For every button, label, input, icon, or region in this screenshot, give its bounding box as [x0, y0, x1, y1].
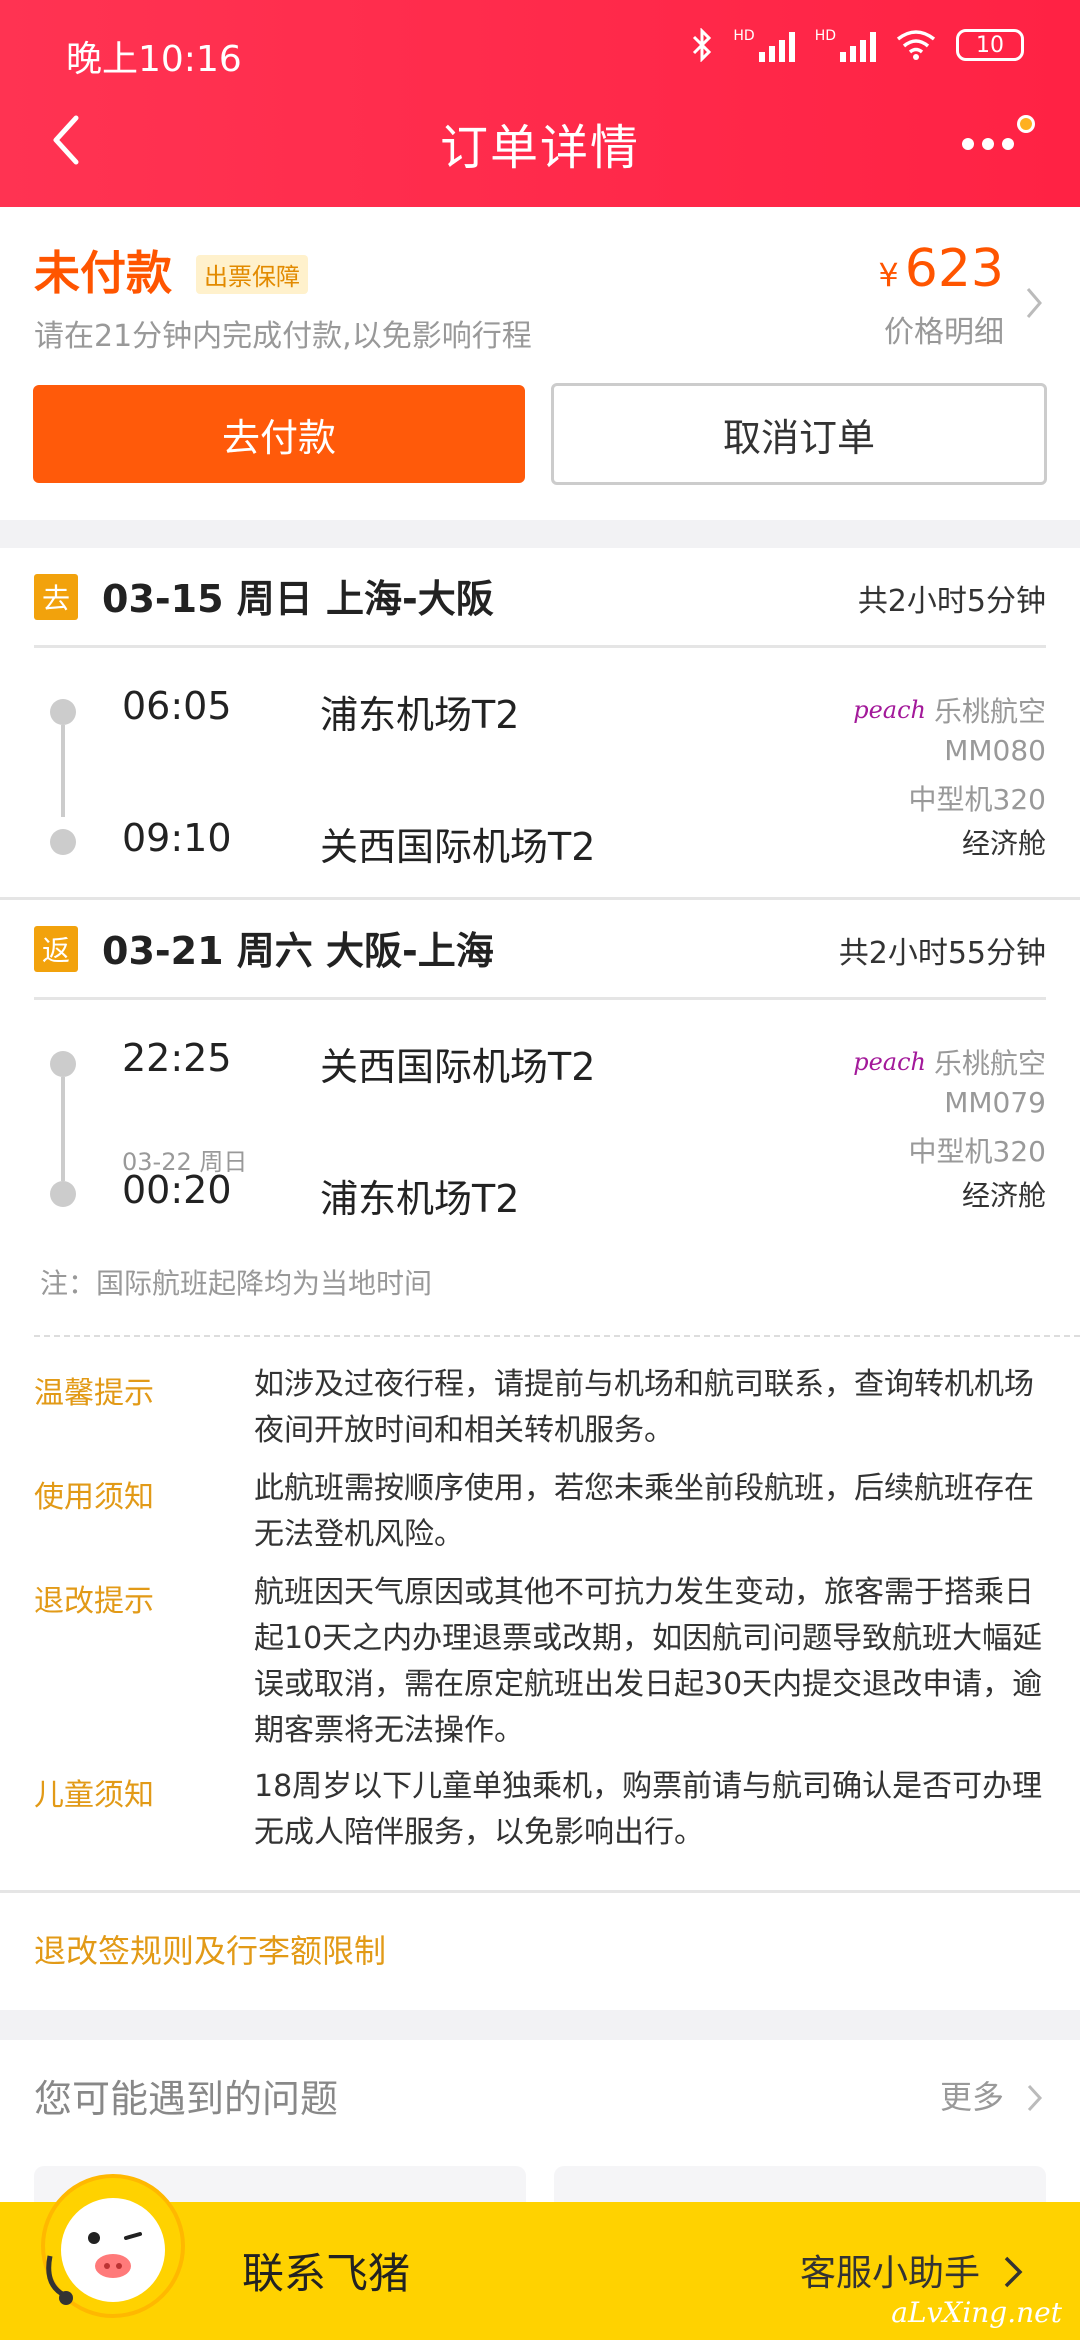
status-icons: HD HD 10: [691, 28, 1024, 62]
airline-logo: peach: [853, 696, 926, 724]
tip-label-refund: 退改提示: [34, 1584, 154, 1619]
chevron-right-icon[interactable]: [1024, 283, 1044, 323]
tip-text-warm: 如涉及过夜行程，请提前与机场和航司联系，查询转机机场夜间开放时间和相关转机服务。: [254, 1367, 1034, 1448]
tip-text-refund: 航班因天气原因或其他不可抗力发生变动，旅客需于搭乘日起10天之内办理退票或改期，…: [254, 1575, 1043, 1748]
segment-duration: 共2小时5分钟: [857, 584, 1046, 619]
tip-label-warm: 温馨提示: [34, 1376, 154, 1411]
price-value: 623: [904, 239, 1004, 299]
segment-duration: 共2小时55分钟: [838, 936, 1046, 971]
divider: [0, 1890, 1080, 1893]
page-title: 订单详情: [439, 120, 640, 176]
faq-title: 您可能遇到的问题: [34, 2077, 339, 2121]
departure-time: 22:25: [122, 1036, 232, 1080]
tip-text-children: 18周岁以下儿童单独乘机，购票前请与航司确认是否可办理无成人陪伴服务，以免影响出…: [254, 1769, 1043, 1850]
price[interactable]: ¥623: [878, 239, 1004, 299]
airline-info: peach 乐桃航空: [853, 690, 1046, 730]
departure-time: 06:05: [122, 684, 232, 728]
airline-name: 乐桃航空: [933, 1047, 1046, 1080]
local-time-note: 注：国际航班起降均为当地时间: [40, 1267, 433, 1300]
flight-number: MM079: [944, 1086, 1046, 1119]
timeline-line: [61, 725, 65, 817]
arrival-dot: [50, 829, 76, 855]
more-options-icon[interactable]: [958, 110, 1038, 170]
price-detail-link[interactable]: 价格明细: [884, 307, 1004, 351]
payment-hint: 请在21分钟内完成付款,以免影响行程: [34, 319, 532, 354]
segment-title: 03-21 周六 大阪-上海: [102, 929, 494, 973]
bluetooth-icon: [693, 28, 712, 62]
arrival-dot: [50, 1181, 76, 1207]
airline-logo: peach: [853, 1048, 926, 1076]
customer-service-link[interactable]: 客服小助手: [800, 2244, 980, 2296]
battery-icon: 10: [956, 29, 1024, 61]
cabin-class: 经济舱: [961, 1179, 1046, 1212]
fliggy-mascot-icon[interactable]: [36, 2166, 190, 2320]
tip-text-usage: 此航班需按顺序使用，若您未乘坐前段航班，后续航班存在无法登机风险。: [254, 1471, 1034, 1552]
arrival-time: 09:10: [122, 816, 232, 860]
segment-tag: 返: [34, 926, 78, 972]
departure-dot: [50, 1051, 76, 1077]
chevron-right-icon[interactable]: [1002, 2252, 1024, 2292]
currency-symbol: ¥: [878, 256, 899, 294]
arrival-airport: 关西国际机场T2: [320, 825, 596, 869]
arrival-airport: 浦东机场T2: [320, 1177, 520, 1221]
tip-label-children: 儿童须知: [34, 1778, 154, 1813]
status-time: 晚上10:16: [66, 39, 242, 80]
timeline-line: [61, 1077, 65, 1181]
order-status: 未付款: [34, 246, 172, 300]
aircraft-type: 中型机320: [908, 1135, 1046, 1168]
faq-more-link[interactable]: 更多: [940, 2072, 1004, 2118]
cellular-signal-icon-2: HD: [815, 28, 876, 62]
chevron-right-icon[interactable]: [1026, 2082, 1044, 2114]
tip-label-usage: 使用须知: [34, 1480, 154, 1515]
arrival-time: 00:20: [122, 1168, 232, 1212]
rules-baggage-link[interactable]: 退改签规则及行李额限制: [34, 1926, 386, 1972]
watermark: aLvXing.net: [891, 2296, 1062, 2329]
departure-airport: 关西国际机场T2: [320, 1045, 596, 1089]
flight-number: MM080: [944, 734, 1046, 767]
divider: [34, 997, 1046, 1000]
dashed-divider: [34, 1335, 1080, 1337]
return-segment-header: 返 03-21 周六 大阪-上海 共2小时55分钟: [34, 900, 1046, 1000]
aircraft-type: 中型机320: [908, 783, 1046, 816]
flight-details-card: 去 03-15 周日 上海-大阪 共2小时5分钟 06:05 浦东机场T2 09…: [0, 548, 1080, 2010]
payment-card: 未付款 出票保障 请在21分钟内完成付款,以免影响行程 ¥623 价格明细 去付…: [0, 207, 1080, 520]
wifi-icon: [896, 30, 936, 60]
guarantee-badge: 出票保障: [196, 255, 308, 294]
contact-fliggy-label[interactable]: 联系飞猪: [242, 2240, 410, 2301]
outbound-segment-header: 去 03-15 周日 上海-大阪 共2小时5分钟: [34, 548, 1046, 648]
departure-dot: [50, 699, 76, 725]
segment-tag: 去: [34, 574, 78, 620]
cabin-class: 经济舱: [961, 827, 1046, 860]
segment-title: 03-15 周日 上海-大阪: [102, 577, 494, 621]
airline-info: peach 乐桃航空: [853, 1042, 1046, 1082]
divider: [34, 645, 1046, 648]
departure-airport: 浦东机场T2: [320, 693, 520, 737]
pay-button[interactable]: 去付款: [33, 385, 525, 483]
cellular-signal-icon: HD: [733, 28, 795, 62]
cancel-order-button[interactable]: 取消订单: [551, 383, 1047, 485]
header-bar: 晚上10:16 HD HD 10 订单详情: [0, 0, 1080, 207]
airline-name: 乐桃航空: [933, 695, 1046, 728]
